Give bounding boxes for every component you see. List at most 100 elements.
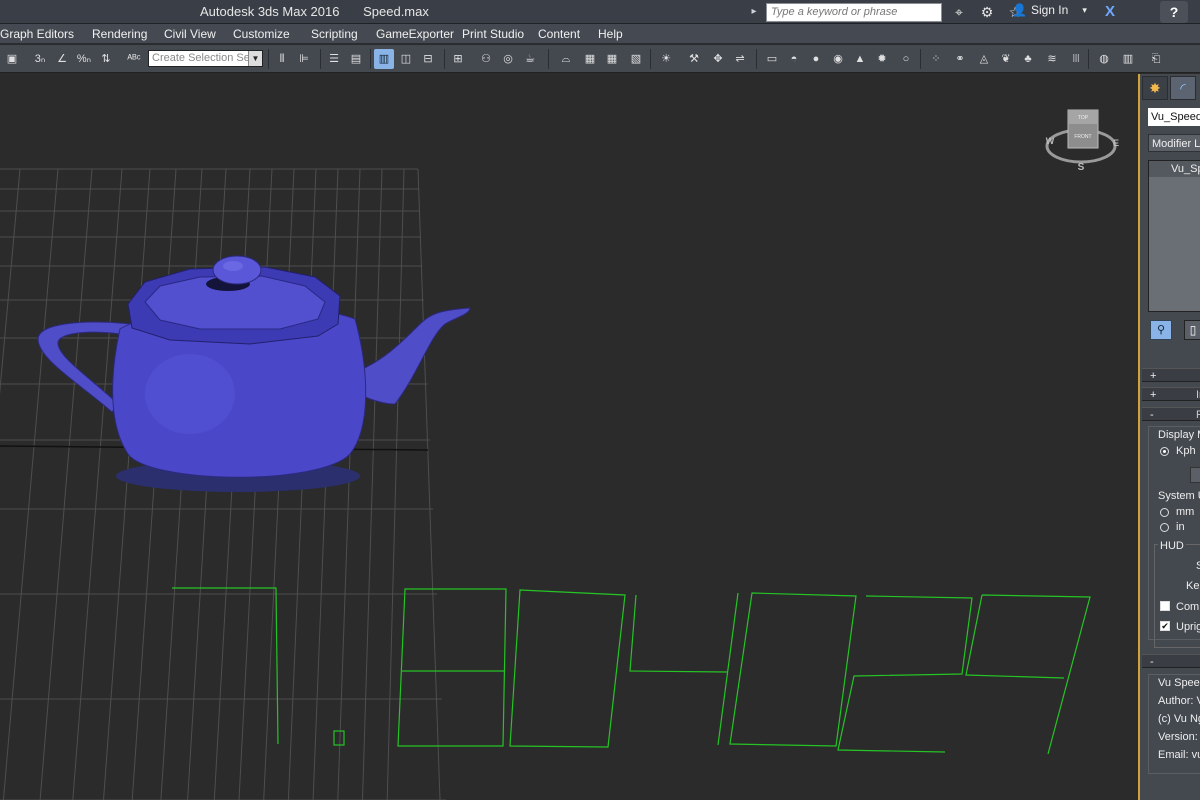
foliage-icon[interactable]: ♣: [1018, 49, 1038, 69]
rollup-about[interactable]: -: [1142, 654, 1200, 668]
spinner-snap-icon[interactable]: ⇅: [96, 49, 116, 69]
modifier-stack-item[interactable]: Vu_Speedo: [1149, 161, 1200, 177]
hud-speed-readout: [172, 587, 1091, 755]
help-button[interactable]: ?: [1160, 1, 1188, 23]
menu-item-civil-view[interactable]: Civil View: [164, 27, 216, 41]
batch-render-icon[interactable]: ▧: [626, 49, 646, 69]
compass-south: S: [1078, 162, 1085, 173]
render-production-icon[interactable]: ☕: [520, 49, 540, 69]
helper-icon[interactable]: ◬: [974, 49, 994, 69]
exchange-apps-icon[interactable]: X: [1100, 2, 1120, 22]
about-copyright: (c) Vu Ng: [1158, 713, 1200, 725]
render-frame-icon[interactable]: ▦: [580, 49, 600, 69]
torus-icon[interactable]: ◉: [828, 49, 848, 69]
create-tab-icon[interactable]: ✸: [1142, 76, 1168, 100]
about-author: Author: V: [1158, 695, 1200, 707]
viewport-canvas[interactable]: TOP FRONT W E S: [0, 74, 1138, 800]
menu-item-graph-editors[interactable]: Graph Editors: [0, 27, 74, 41]
compass-west: W: [1046, 136, 1055, 146]
menu-item-rendering[interactable]: Rendering: [92, 27, 147, 41]
command-panel: ✸ ◜ Vu_Speedo Modifier List Vu_Speedo ⚲ …: [1138, 74, 1200, 800]
panel-icon[interactable]: ▥: [1118, 49, 1138, 69]
modify-tab-icon[interactable]: ◜: [1170, 76, 1196, 100]
export-icon[interactable]: ⎗: [1146, 49, 1166, 69]
menu-item-customize[interactable]: Customize: [233, 27, 290, 41]
menu-item-gameexporter[interactable]: GameExporter: [376, 27, 454, 41]
edit-named-selection-icon[interactable]: ᴬᴮᶜ: [124, 49, 144, 69]
sun-icon[interactable]: ✹: [872, 49, 892, 69]
hud-group-label: HUD: [1158, 540, 1186, 552]
menu-item-print-studio[interactable]: Print Studio: [462, 27, 524, 41]
comm-label: Comm: [1176, 601, 1200, 613]
plant-icon[interactable]: ❦: [996, 49, 1016, 69]
modifier-list-dropdown[interactable]: Modifier List: [1148, 134, 1200, 152]
schematic-view-icon[interactable]: ⊟: [418, 49, 438, 69]
mm-radio[interactable]: [1160, 508, 1169, 517]
modifier-icon[interactable]: ⚒: [684, 49, 704, 69]
disk-icon[interactable]: ○: [896, 49, 916, 69]
search-input[interactable]: [766, 2, 942, 22]
app-title: Autodesk 3ds Max 2016: [200, 4, 340, 19]
sphere-icon[interactable]: ●: [806, 49, 826, 69]
percent-snap-icon[interactable]: %ₙ: [74, 49, 94, 69]
hud-kerning-label: Ker: [1186, 580, 1200, 592]
scene-explorer-icon[interactable]: ▥: [374, 49, 394, 69]
comm-checkbox[interactable]: [1160, 601, 1170, 611]
particles-icon[interactable]: ⁘: [926, 49, 946, 69]
search-area: ▸ ⌖ ⚙ ☆: [748, 2, 1026, 22]
link-icon[interactable]: ⚭: [950, 49, 970, 69]
wind-icon[interactable]: ≋: [1042, 49, 1062, 69]
subscription-icon[interactable]: ⚙: [976, 2, 998, 22]
display-mode-button[interactable]: [1190, 467, 1200, 483]
rollup-parameters[interactable]: -P: [1142, 407, 1200, 421]
curve-editor-icon[interactable]: ◫: [396, 49, 416, 69]
about-version: Version:: [1158, 731, 1198, 743]
binoculars-icon[interactable]: ⌖: [948, 2, 970, 22]
rendered-frame-window-icon[interactable]: ◎: [498, 49, 518, 69]
globe-icon[interactable]: ◍: [1094, 49, 1114, 69]
user-icon: 👤: [1012, 3, 1027, 17]
light-icon[interactable]: ☀: [656, 49, 676, 69]
menu-item-help[interactable]: Help: [598, 27, 623, 41]
upright-checkbox[interactable]: ✔: [1160, 621, 1170, 631]
select-icon[interactable]: ▣: [2, 49, 22, 69]
material-editor-icon[interactable]: ⊞: [448, 49, 468, 69]
file-name: Speed.max: [363, 4, 429, 19]
grass-icon[interactable]: ꔖ: [1066, 49, 1086, 69]
modifier-stack[interactable]: Vu_Speedo: [1148, 160, 1200, 312]
rollup-collapsed-2[interactable]: +In: [1142, 387, 1200, 401]
perspective-viewport[interactable]: TOP FRONT W E S: [0, 74, 1138, 800]
named-selection-set-dropdown[interactable]: Create Selection Se ▼: [148, 50, 263, 67]
mirror-icon[interactable]: ⫴: [272, 49, 292, 69]
align-icon[interactable]: ⊫: [294, 49, 314, 69]
rollup-collapsed-1[interactable]: +: [1142, 368, 1200, 382]
system-units-label: System U: [1158, 490, 1200, 502]
angle-snap-icon[interactable]: ∠: [52, 49, 72, 69]
object-name-field[interactable]: Vu_Speedo: [1148, 108, 1200, 126]
upright-label: Uprig: [1176, 621, 1200, 633]
grid-icon[interactable]: ▦: [602, 49, 622, 69]
spin-icon[interactable]: ✥: [708, 49, 728, 69]
teapot-icon[interactable]: ⌓: [556, 49, 576, 69]
snaps-toggle-icon[interactable]: 3ₙ: [30, 49, 50, 69]
menu-item-scripting[interactable]: Scripting: [311, 27, 358, 41]
show-end-result-icon[interactable]: ▯: [1184, 320, 1200, 340]
box-primitive-icon[interactable]: ▭: [762, 49, 782, 69]
hemisphere-icon[interactable]: ◓: [784, 49, 804, 69]
bend-icon[interactable]: ⇌: [730, 49, 750, 69]
viewcube[interactable]: TOP FRONT W E S: [1045, 109, 1119, 173]
ribbon-icon[interactable]: ▤: [346, 49, 366, 69]
layer-manager-icon[interactable]: ☰: [324, 49, 344, 69]
menu-item-content[interactable]: Content: [538, 27, 580, 41]
mm-label: mm: [1176, 506, 1195, 518]
kph-radio[interactable]: [1160, 447, 1169, 456]
chevron-right-icon[interactable]: ▸: [748, 3, 760, 21]
pin-stack-icon[interactable]: ⚲: [1150, 320, 1172, 340]
render-setup-icon[interactable]: ⚇: [476, 49, 496, 69]
viewcube-top-label: TOP: [1078, 115, 1089, 121]
hud-s-label: S: [1196, 560, 1200, 572]
in-radio[interactable]: [1160, 523, 1169, 532]
teapot-object[interactable]: [37, 255, 471, 492]
cone-icon[interactable]: ▲: [850, 49, 870, 69]
sign-in-button[interactable]: 👤 Sign In ▾: [1012, 3, 1087, 17]
